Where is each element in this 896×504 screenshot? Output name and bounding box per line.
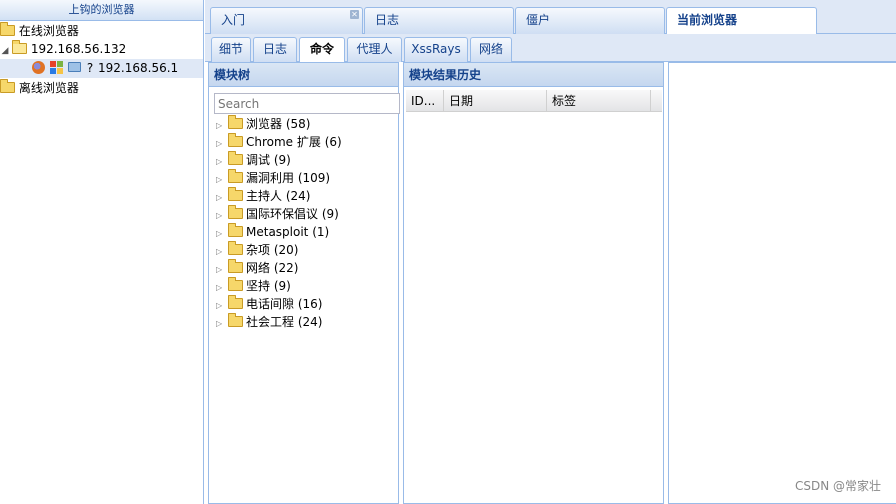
tab-label: 网络: [478, 42, 503, 56]
close-icon[interactable]: ✕: [350, 10, 359, 19]
offline-browsers-node[interactable]: 离线浏览器: [0, 79, 79, 98]
folder-icon: [228, 277, 243, 291]
module-category[interactable]: ▷ Metasploit (1): [216, 223, 329, 241]
expand-arrow-icon[interactable]: ▷: [216, 315, 228, 333]
module-results-panel: 模块结果历史 ID... 日期 标签: [403, 62, 664, 504]
browser-sub-tab-bar: 细节 日志 命令 代理人 XssRays 网络: [205, 34, 896, 63]
folder-icon: [228, 223, 243, 237]
module-category[interactable]: ▷ 漏洞利用 (109): [216, 169, 330, 187]
folder-icon: [228, 205, 243, 219]
online-browsers-node[interactable]: 在线浏览器: [0, 22, 79, 41]
folder-icon: [0, 79, 15, 93]
column-header-date[interactable]: 日期: [444, 90, 547, 112]
column-header-id[interactable]: ID...: [406, 90, 444, 112]
module-category[interactable]: ▷ Chrome 扩展 (6): [216, 133, 342, 151]
tab-network[interactable]: 网络: [470, 37, 512, 62]
hooked-browsers-panel: 上钩的浏览器 在线浏览器 ◢ 192.168.56.132 ? 192.168.5…: [0, 0, 204, 504]
tab-proxy[interactable]: 代理人: [347, 37, 402, 62]
module-category-label: 浏览器 (58): [246, 117, 311, 131]
module-tree-title: 模块树: [209, 63, 398, 87]
unknown-question-mark: ?: [86, 61, 94, 75]
tab-label: 日志: [375, 13, 400, 27]
tab-label: 代理人: [356, 42, 393, 56]
open-folder-icon: [12, 40, 27, 54]
folder-icon: [228, 187, 243, 201]
browser-ip-label: 192.168.56.1: [98, 61, 179, 75]
folder-icon: [228, 241, 243, 255]
module-category[interactable]: ▷ 社会工程 (24): [216, 313, 322, 331]
command-detail-panel: [668, 62, 896, 504]
results-grid-header: ID... 日期 标签: [406, 90, 662, 112]
module-category-label: 漏洞利用 (109): [246, 171, 331, 185]
tab-label: 命令: [309, 42, 334, 56]
module-category[interactable]: ▷ 调试 (9): [216, 151, 291, 169]
main-tab-bar: 入门 ✕ 日志 僵户 当前浏览器: [205, 0, 896, 35]
tab-label: XssRays: [411, 42, 461, 56]
module-tree-panel: 模块树 ▷浏览器 (58) ▷Chrome 扩展 (6) ▷调试 (9) ▷漏洞…: [208, 62, 400, 504]
module-category-label: Metasploit (1): [246, 225, 330, 239]
hooked-browsers-title: 上钩的浏览器: [0, 0, 203, 21]
module-category-label: 坚持 (9): [246, 279, 291, 293]
module-category-label: 电话间隙 (16): [246, 297, 323, 311]
tab-commands[interactable]: 命令: [299, 37, 345, 63]
module-category[interactable]: ▷ 浏览器 (58): [216, 115, 310, 133]
module-category-label: 社会工程 (24): [246, 315, 323, 329]
tab-xssrays[interactable]: XssRays: [404, 37, 468, 62]
module-category[interactable]: ▷ 杂项 (20): [216, 241, 298, 259]
online-browsers-label: 在线浏览器: [18, 24, 79, 38]
host-node[interactable]: ◢ 192.168.56.132: [0, 40, 126, 59]
module-category-label: 杂项 (20): [246, 243, 299, 257]
tab-logs[interactable]: 日志: [364, 7, 514, 34]
folder-icon: [228, 133, 243, 147]
folder-icon: [228, 295, 243, 309]
module-category-label: Chrome 扩展 (6): [246, 135, 342, 149]
module-category-label: 主持人 (24): [246, 189, 311, 203]
folder-icon: [228, 115, 243, 129]
host-ip-label: 192.168.56.132: [30, 42, 127, 56]
tab-zombies[interactable]: 僵户: [515, 7, 665, 34]
module-category[interactable]: ▷ 坚持 (9): [216, 277, 291, 295]
folder-icon: [228, 259, 243, 273]
tab-label: 细节: [218, 42, 243, 56]
tab-current-browser[interactable]: 当前浏览器: [666, 7, 817, 35]
folder-icon: [228, 169, 243, 183]
tab-getting-started[interactable]: 入门 ✕: [210, 7, 363, 34]
folder-icon: [228, 151, 243, 165]
module-results-title: 模块结果历史: [404, 63, 663, 87]
folder-icon: [228, 313, 243, 327]
column-header-label[interactable]: 标签: [547, 90, 651, 112]
offline-browsers-label: 离线浏览器: [18, 81, 79, 95]
module-category-label: 网络 (22): [246, 261, 299, 275]
tab-label: 入门: [221, 13, 246, 27]
tab-label: 当前浏览器: [677, 13, 738, 27]
module-category-label: 调试 (9): [246, 153, 291, 167]
tab-label: 日志: [262, 42, 287, 56]
computer-icon: [68, 62, 81, 72]
module-search-input[interactable]: [214, 93, 400, 114]
tab-logs[interactable]: 日志: [253, 37, 297, 62]
browser-node[interactable]: ? 192.168.56.1: [0, 59, 203, 78]
module-category[interactable]: ▷ 网络 (22): [216, 259, 298, 277]
module-category[interactable]: ▷ 主持人 (24): [216, 187, 310, 205]
tab-details[interactable]: 细节: [211, 37, 251, 62]
firefox-icon: [32, 61, 45, 74]
windows-icon: [50, 61, 63, 74]
module-category[interactable]: ▷ 电话间隙 (16): [216, 295, 322, 313]
folder-icon: [0, 22, 15, 36]
module-category-label: 国际环保倡议 (9): [246, 207, 339, 221]
tab-label: 僵户: [526, 13, 551, 27]
watermark: CSDN @常家壮: [794, 479, 881, 493]
module-category[interactable]: ▷ 国际环保倡议 (9): [216, 205, 339, 223]
